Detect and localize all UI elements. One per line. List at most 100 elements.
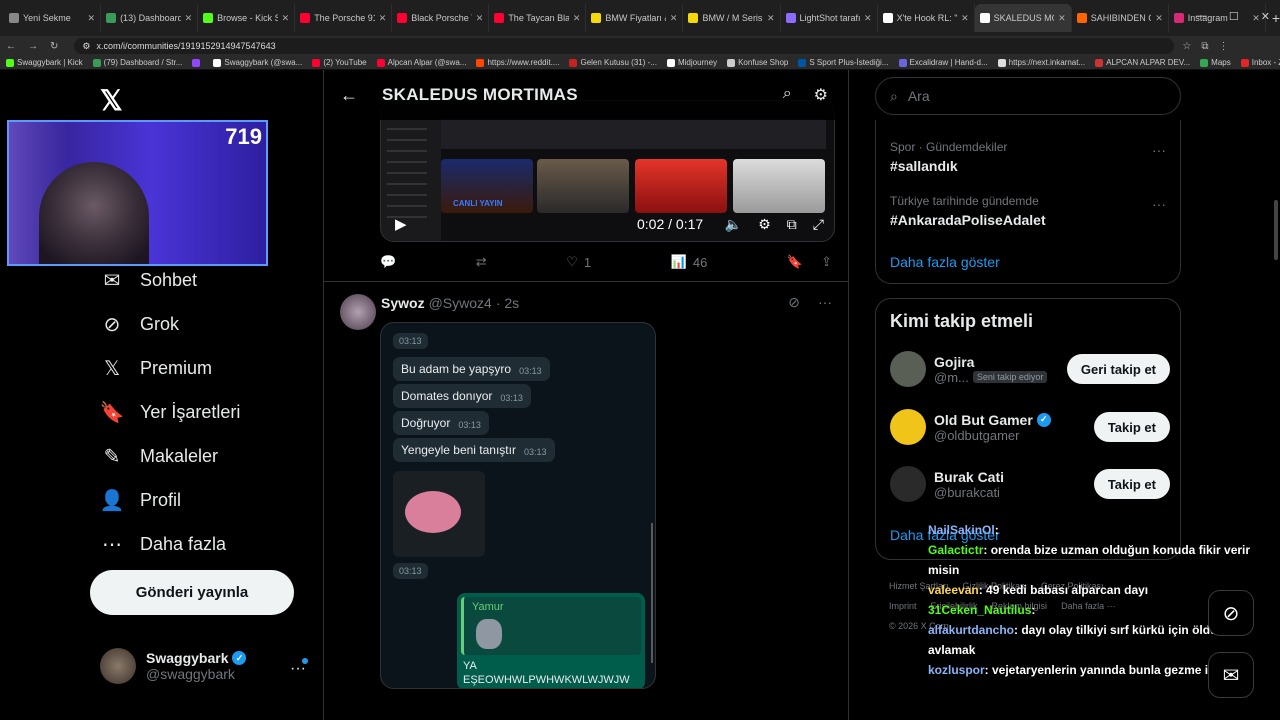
video-player[interactable]: CANLI YAYIN ▶ 0:02 / 0:17 🔈 ⚙ ⧉ ⤢ [380,100,835,242]
follow-suggestion[interactable]: Old But Gamer ✓ @oldbutgamer Takip et [890,409,1170,445]
messages-fab-button[interactable]: ✉ [1208,652,1254,698]
forward-nav-icon[interactable]: → [28,41,38,52]
more-icon[interactable]: ··· [818,294,832,311]
sidebar-item-profil[interactable]: 👤 Profil [100,478,240,522]
play-icon[interactable]: ▶ [395,215,407,233]
trend-item[interactable]: Türkiye tarihinde gündemde #AnkaradaPoli… [890,194,1046,228]
bookmark-item[interactable]: ALPCAN ALPAR DEV... [1095,58,1190,67]
browser-tab[interactable]: The Taycan Black Ed ✕ [489,4,587,32]
sidebar-item-daha-fazla[interactable]: ⋯ Daha fazla [100,522,240,566]
tab-close-icon[interactable]: ✕ [185,13,193,24]
browser-tab[interactable]: (13) Dashboard / St ✕ [101,4,199,32]
avatar[interactable] [340,294,376,330]
site-info-icon[interactable]: ⚙ [82,41,90,52]
tab-close-icon[interactable]: ✕ [670,13,678,24]
trend-item[interactable]: Spor · Gündemdekiler #sallandık [890,140,1007,174]
bookmark-item[interactable]: Swaggybark (@swa... [213,58,302,67]
tab-close-icon[interactable]: ✕ [573,13,581,24]
sidebar-item-sohbet[interactable]: ✉ Sohbet [100,258,240,302]
browser-tab[interactable]: BMW / M Serisi / M ✕ [683,4,781,32]
tab-close-icon[interactable]: ✕ [379,13,387,24]
volume-icon[interactable]: 🔈 [725,216,742,233]
tab-close-icon[interactable]: ✕ [1058,13,1066,24]
grok-fab-button[interactable]: ⊘ [1208,590,1254,636]
browser-tab[interactable]: X'te Hook RL: "Türk✕ [878,4,975,32]
share-icon[interactable]: ⇪ [821,254,832,270]
bookmark-item[interactable]: https://next.inkarnat... [997,58,1085,67]
bookmark-item[interactable]: (2) YouTube [312,58,367,67]
bookmark-item[interactable]: Midjourney [666,58,717,67]
trend-more-icon[interactable]: ··· [1152,196,1166,212]
bookmark-item[interactable]: Maps [1200,58,1231,67]
author-handle[interactable]: @Sywoz4 [429,295,492,311]
browser-tab[interactable]: SAHIBINDEN GÖLF✕ [1072,4,1169,32]
author-name[interactable]: Sywoz [381,295,425,311]
views-button[interactable]: 📊 46 [671,254,708,270]
sidebar-item-makaleler[interactable]: ✎ Makaleler [100,434,240,478]
bookmark-item[interactable]: https://www.reddit.... [476,58,559,67]
like-button[interactable]: ♡ 1 [566,254,591,270]
retweet-icon[interactable]: ⇄ [476,254,487,270]
tab-close-icon[interactable]: ✕ [88,13,96,24]
back-nav-icon[interactable]: ← [6,41,16,52]
maximize-icon[interactable]: ☐ [1229,10,1239,23]
bookmark-icon[interactable]: 🔖 [787,254,803,270]
grok-icon[interactable]: ⊘ [788,294,800,311]
tab-close-icon[interactable]: ✕ [961,13,969,24]
browser-tab[interactable]: Yeni Sekme ✕ [4,4,102,32]
page-scrollbar[interactable] [1274,200,1278,260]
follow-button[interactable]: Takip et [1093,469,1170,499]
settings-icon[interactable]: ⚙ [758,216,771,233]
reload-icon[interactable]: ↻ [50,41,58,52]
close-window-icon[interactable]: ✕ [1261,10,1270,23]
browser-tab[interactable]: The Porsche 911 GT ✕ [295,4,393,32]
bookmark-item[interactable]: (79) Dashboard / Str... [92,58,182,67]
follow-suggestion[interactable]: Burak Cati @burakcati Takip et [890,466,1170,502]
chat-scrollbar[interactable] [651,523,653,663]
bookmark-item[interactable]: S Sport Plus-İstediği... [798,58,889,67]
url-field[interactable]: ⚙ x.com/i/communities/191915291494754764… [74,38,1175,54]
menu-icon[interactable]: ⋮ [1219,41,1229,52]
pip-icon[interactable]: ⧉ [787,216,797,233]
tab-close-icon[interactable]: ✕ [282,13,290,24]
tab-close-icon[interactable]: ✕ [1155,13,1163,24]
browser-tab[interactable]: SKALEDUS MORTIMA✕ [974,4,1072,32]
search-icon[interactable]: ⌕ [783,85,792,105]
browser-tab[interactable]: BMW Fiyatları & Mo ✕ [586,4,684,32]
whatsapp-screenshot[interactable]: 03:13 Bu adam be yapşyro 03:13 Domates don… [380,322,656,689]
bookmark-item[interactable]: Excalidraw | Hand-d... [898,58,988,67]
follow-button[interactable]: Takip et [1093,412,1170,442]
account-switcher[interactable]: Swaggybark ✓ @swaggybark [100,648,247,684]
tab-close-icon[interactable]: ✕ [476,13,484,24]
browser-tab[interactable]: LightShot tarafından✕ [781,4,878,32]
tab-close-icon[interactable]: ✕ [864,13,872,24]
new-tab-icon[interactable]: + [1272,10,1280,26]
sidebar-item-premium[interactable]: 𝕏 Premium [100,346,240,390]
bookmark-item[interactable]: Gelen Kutusu (31) -... [569,58,657,67]
gear-icon[interactable]: ⚙ [814,85,828,105]
bookmark-item[interactable]: Inbox - Zoho Mail (I... [1240,58,1280,67]
back-arrow-icon[interactable]: ← [340,85,358,106]
browser-tab[interactable]: Browse - Kick Strea ✕ [198,4,296,32]
search-input[interactable]: ⌕ Ara [875,77,1181,115]
footer-link[interactable]: Imprint [889,601,917,611]
extensions-icon[interactable]: ⧉ [1201,41,1208,52]
fullscreen-icon[interactable]: ⤢ [813,216,824,233]
bookmark-item[interactable]: Konfuse Shop [727,58,788,67]
follow-button[interactable]: Geri takip et [1066,354,1170,384]
follow-suggestion[interactable]: Gojira @m... Seni takip ediyor Geri takip e… [890,351,1170,387]
browser-tab[interactable]: Black Porsche Tayca ✕ [392,4,490,32]
post-button[interactable]: Gönderi yayınla [90,570,294,615]
bookmark-item[interactable]: Swaggybark | Kick [6,58,83,67]
tab-close-icon[interactable]: ✕ [767,13,775,24]
bookmark-item[interactable] [192,58,203,67]
star-icon[interactable]: ☆ [1182,41,1191,52]
reply-icon[interactable]: 💬 [380,254,396,270]
sidebar-item-yer-i̇şaretleri[interactable]: 🔖 Yer İşaretleri [100,390,241,434]
minimize-icon[interactable]: — [1196,10,1207,23]
show-more-link[interactable]: Daha fazla göster [890,254,1000,270]
bookmark-item[interactable]: Alpcan Alpar (@swa... [376,58,466,67]
tweet-time[interactable]: · 2s [496,295,519,311]
trend-more-icon[interactable]: ··· [1152,142,1166,158]
sidebar-item-grok[interactable]: ⊘ Grok [100,302,240,346]
